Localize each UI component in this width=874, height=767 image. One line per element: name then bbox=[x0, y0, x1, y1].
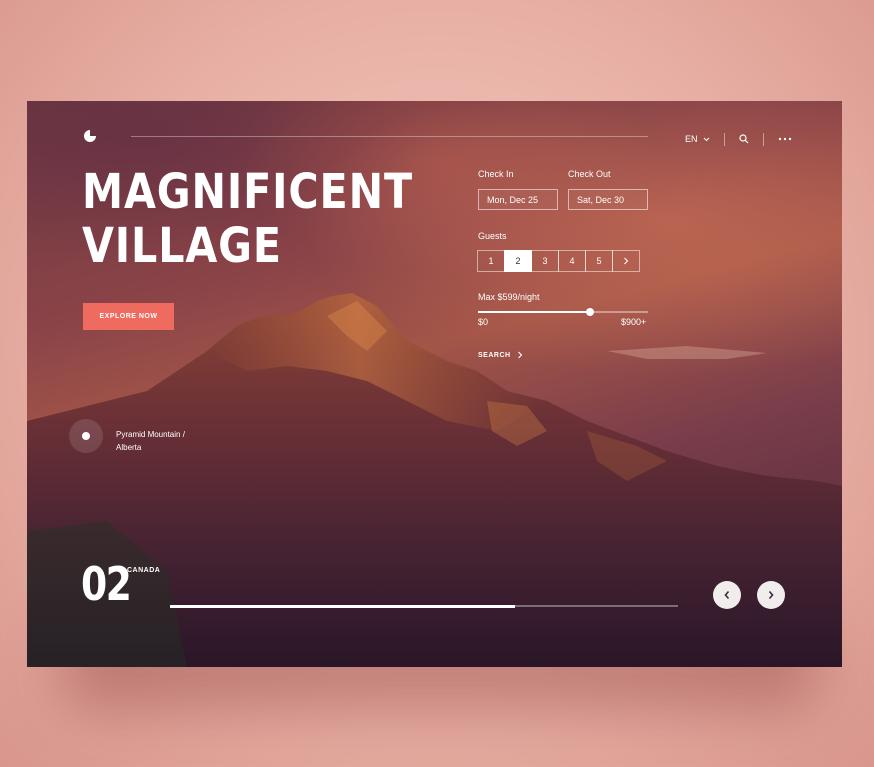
page-title: MAGNIFICENT VILLAGE bbox=[82, 165, 413, 273]
price-slider-fill bbox=[478, 311, 591, 313]
slide-number: 02 bbox=[81, 557, 132, 611]
search-label: SEARCH bbox=[478, 351, 511, 359]
check-out-field[interactable]: Sat, Dec 30 bbox=[568, 189, 648, 210]
location-dot-icon bbox=[82, 432, 90, 440]
slide-country: CANADA bbox=[127, 567, 161, 574]
location-marker[interactable] bbox=[69, 419, 103, 453]
chevron-right-icon bbox=[517, 351, 522, 359]
explore-now-button[interactable]: EXPLORE NOW bbox=[83, 303, 174, 330]
header-actions: EN bbox=[685, 131, 792, 147]
guest-option-2[interactable]: 2 bbox=[504, 250, 532, 272]
check-in-label: Check In bbox=[478, 169, 514, 179]
logo-icon[interactable] bbox=[83, 129, 97, 143]
location-line-2: Alberta bbox=[116, 443, 142, 452]
more-icon bbox=[778, 137, 791, 141]
price-label: Max $599/night bbox=[478, 292, 540, 302]
chevron-right-icon bbox=[768, 590, 774, 600]
check-in-field[interactable]: Mon, Dec 25 bbox=[478, 189, 558, 210]
title-line-2: VILLAGE bbox=[82, 218, 282, 274]
guests-label: Guests bbox=[478, 231, 507, 241]
chevron-down-icon bbox=[703, 137, 709, 141]
language-label: EN bbox=[685, 134, 698, 144]
guest-option-4[interactable]: 4 bbox=[558, 250, 586, 272]
header-divider bbox=[131, 136, 648, 137]
header-separator bbox=[723, 132, 725, 146]
guest-option-5[interactable]: 5 bbox=[585, 250, 613, 272]
location-line-1: Pyramid Mountain / bbox=[116, 430, 185, 439]
slide-progress-fill bbox=[170, 604, 516, 608]
slide-progress bbox=[170, 604, 678, 608]
prev-slide-button[interactable] bbox=[713, 581, 741, 609]
search-link[interactable]: SEARCH bbox=[478, 351, 523, 359]
check-out-value: Sat, Dec 30 bbox=[577, 194, 625, 205]
guest-option-1[interactable]: 1 bbox=[477, 250, 505, 272]
price-slider[interactable] bbox=[478, 308, 648, 316]
title-line-1: MAGNIFICENT bbox=[82, 164, 414, 220]
search-button[interactable] bbox=[738, 134, 749, 144]
check-in-value: Mon, Dec 25 bbox=[487, 194, 539, 205]
header-separator bbox=[762, 132, 764, 146]
search-icon bbox=[738, 134, 748, 144]
guest-option-3[interactable]: 3 bbox=[531, 250, 559, 272]
guest-next-button[interactable] bbox=[612, 250, 640, 272]
language-selector[interactable]: EN bbox=[685, 134, 710, 144]
location-caption: Pyramid Mountain / Alberta bbox=[116, 428, 185, 454]
price-max: $900+ bbox=[621, 317, 647, 327]
hero-card: EN MAGNIFICENT VILLAGE EXPLORE NOW Check bbox=[27, 101, 842, 667]
next-slide-button[interactable] bbox=[757, 581, 785, 609]
check-out-label: Check Out bbox=[568, 169, 611, 179]
guest-selector: 1 2 3 4 5 bbox=[477, 250, 640, 272]
chevron-right-icon bbox=[624, 257, 629, 265]
chevron-left-icon bbox=[724, 590, 730, 600]
price-min: $0 bbox=[478, 317, 489, 327]
more-button[interactable] bbox=[778, 137, 792, 141]
